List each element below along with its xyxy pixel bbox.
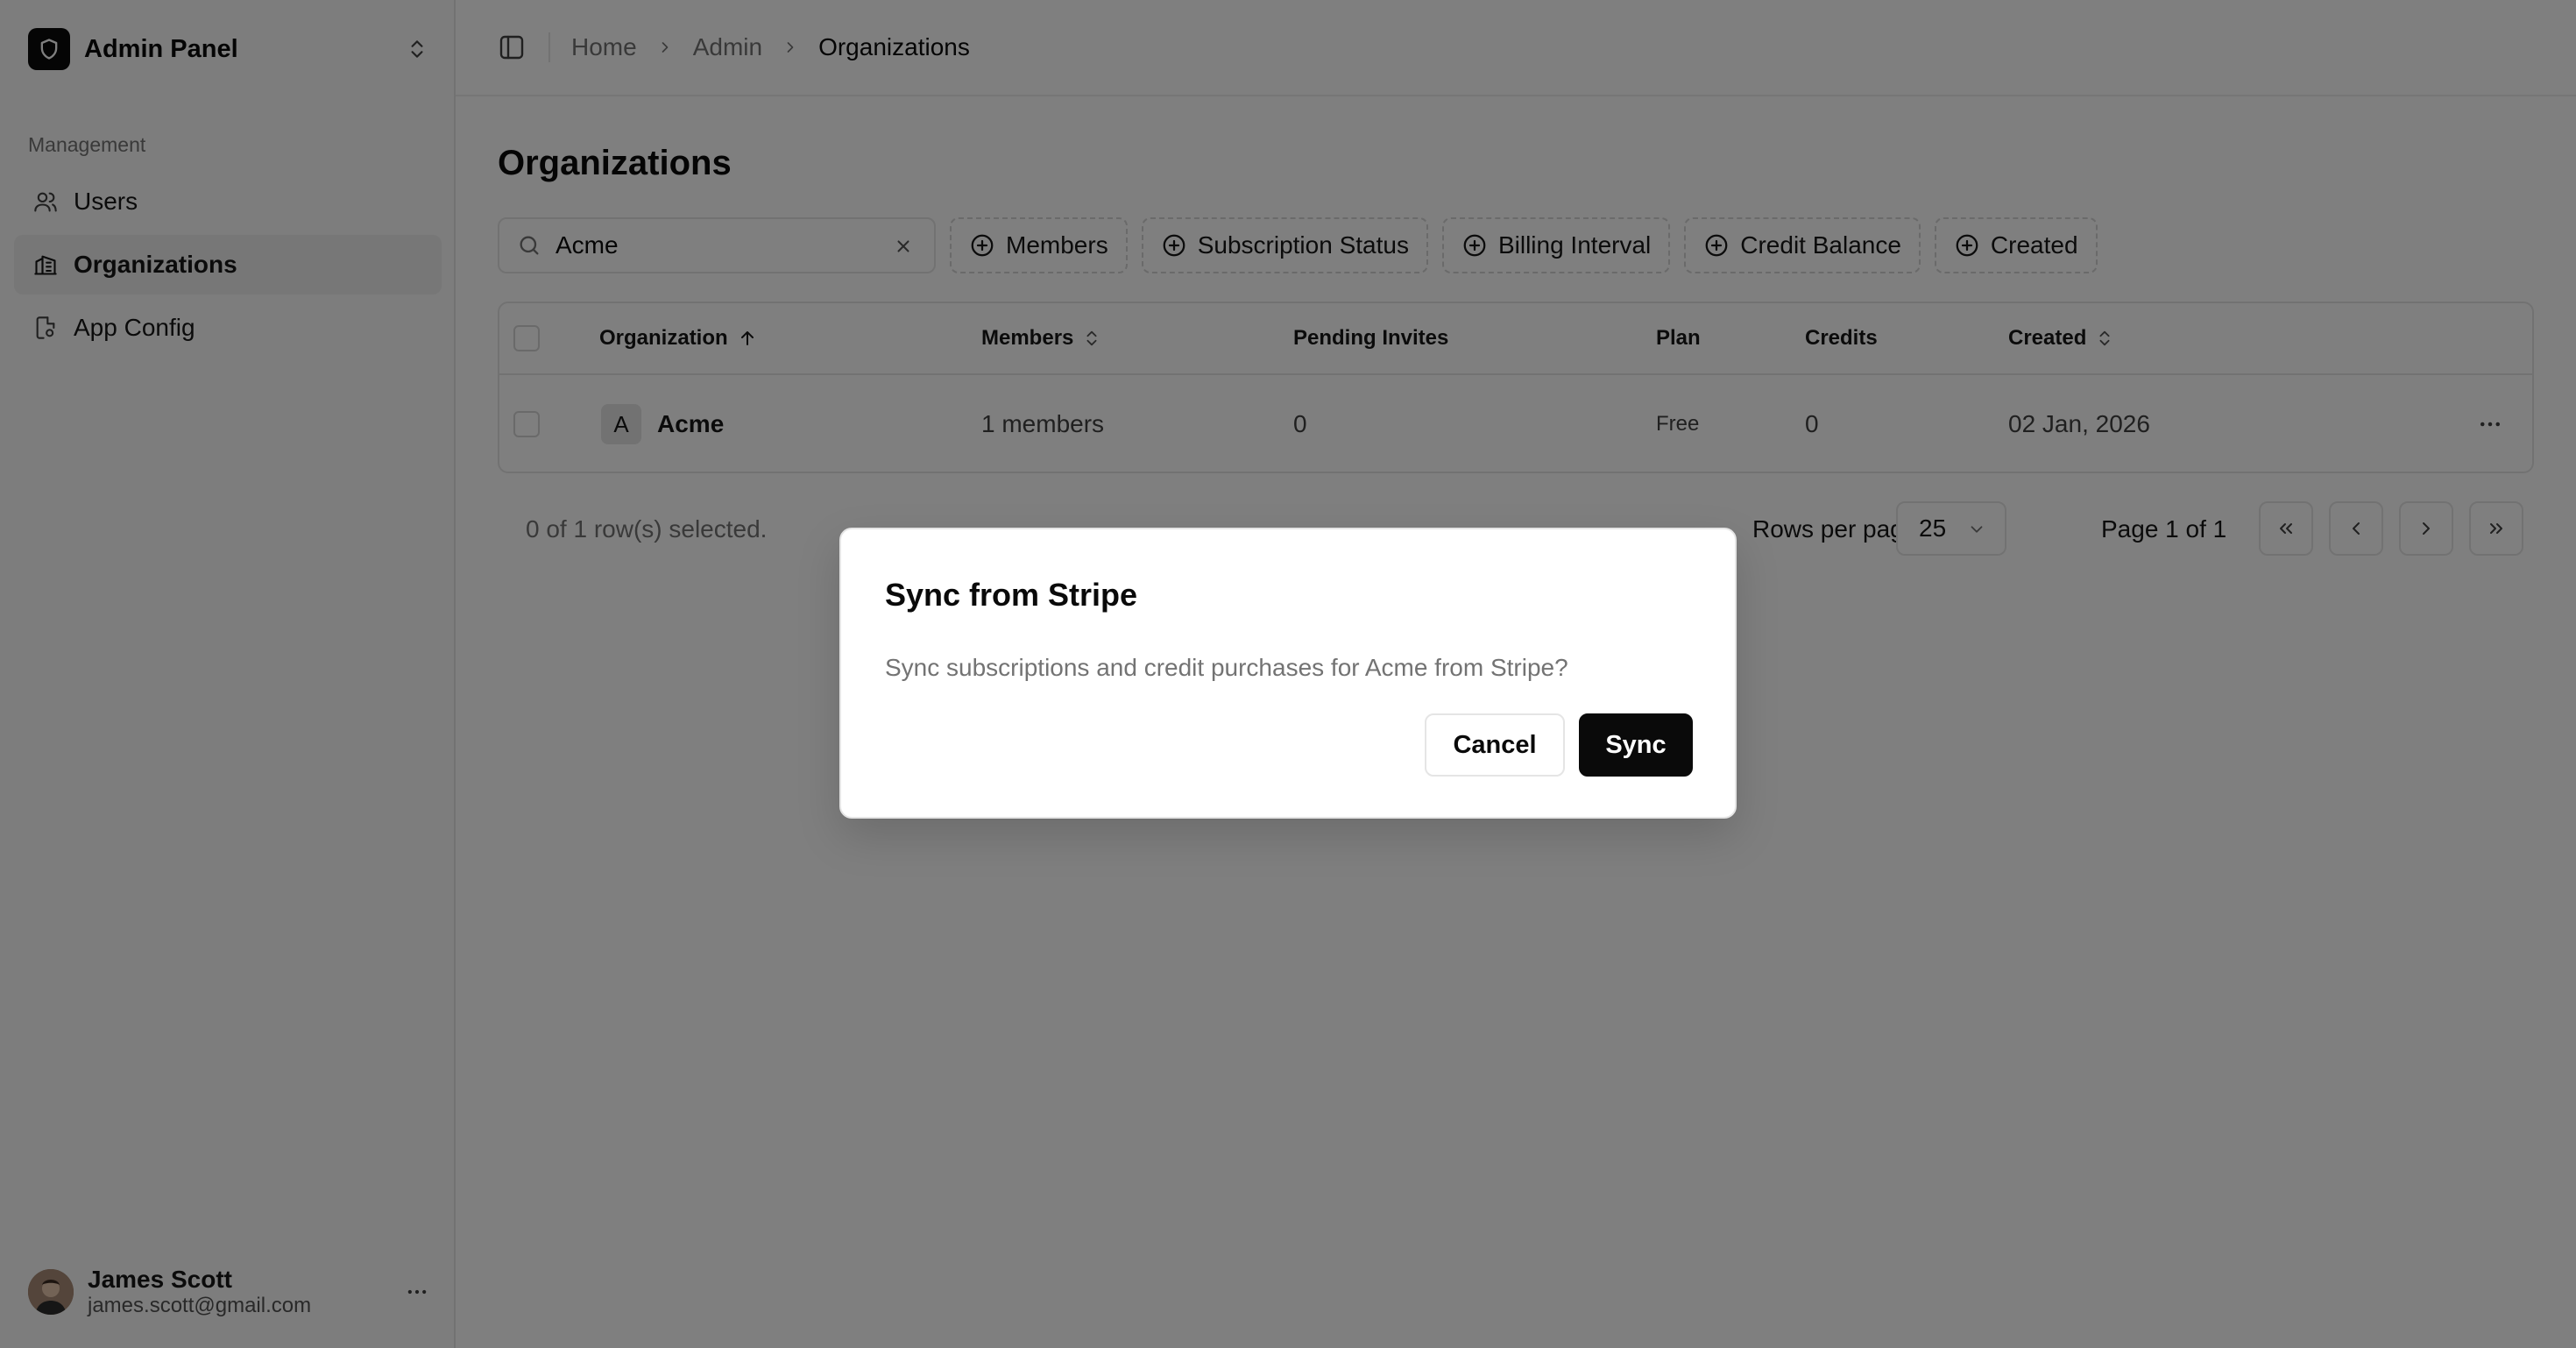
- sync-button[interactable]: Sync: [1579, 713, 1693, 777]
- dialog-title: Sync from Stripe: [885, 577, 1138, 613]
- sync-stripe-dialog: Sync from Stripe Sync subscriptions and …: [839, 528, 1737, 819]
- dialog-description: Sync subscriptions and credit purchases …: [885, 654, 1568, 681]
- cancel-button[interactable]: Cancel: [1425, 713, 1565, 777]
